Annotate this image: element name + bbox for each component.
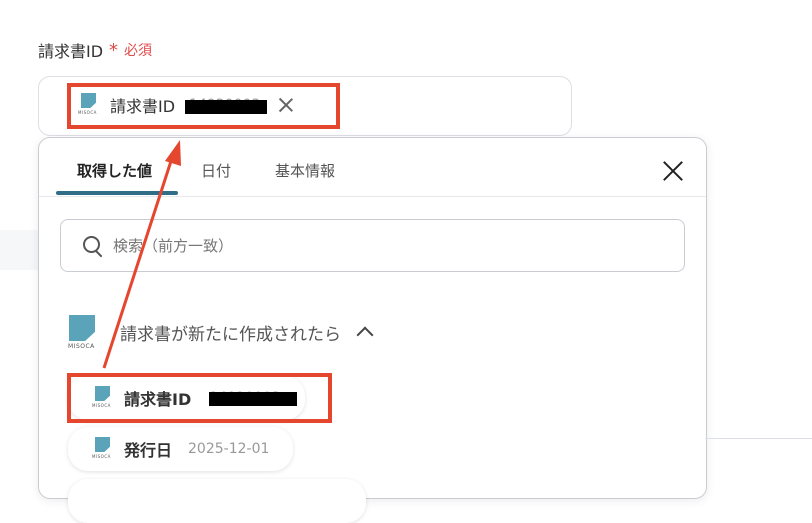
annotation-arrow [102,140,181,369]
